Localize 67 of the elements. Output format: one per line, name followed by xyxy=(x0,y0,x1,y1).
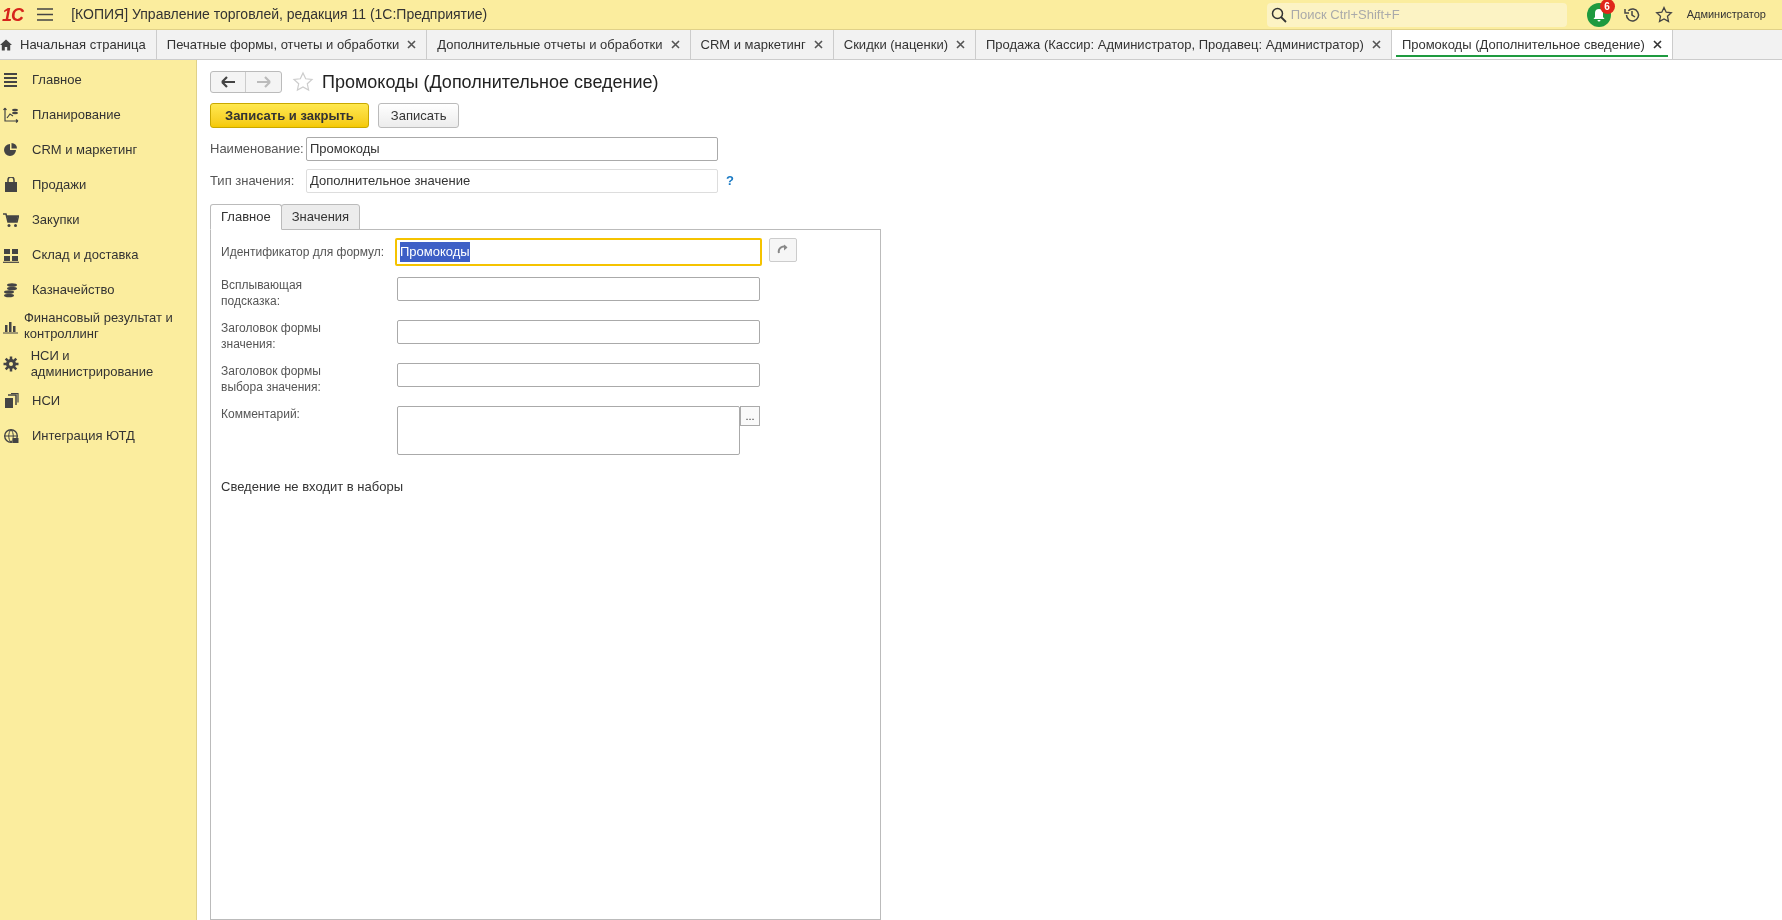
pie-chart-icon xyxy=(3,141,19,158)
refresh-button[interactable] xyxy=(769,238,797,262)
star-icon[interactable] xyxy=(1654,5,1673,24)
field-label: Заголовок формы значения: xyxy=(221,320,322,352)
close-icon[interactable] xyxy=(407,40,417,49)
text-field[interactable]: Дополнительное значение xyxy=(306,169,718,193)
grid-icon xyxy=(3,246,19,263)
form-tab[interactable]: Главное xyxy=(210,204,282,230)
field-label: Заголовок формы выбора значения: xyxy=(221,363,322,395)
sidebar-item[interactable]: НСИ и администрирование xyxy=(30,348,196,380)
save-and-close-button[interactable]: Записать и закрыть xyxy=(210,103,369,128)
menu-icon[interactable] xyxy=(37,8,54,21)
more-button[interactable]: ... xyxy=(740,406,760,426)
field-label: Наименование: xyxy=(210,140,305,159)
field-label: Тип значения: xyxy=(210,172,296,191)
sidebar-item[interactable]: Продажи xyxy=(32,176,95,193)
close-icon[interactable] xyxy=(1652,40,1662,49)
close-icon[interactable] xyxy=(813,40,823,49)
left-arrow-icon xyxy=(221,76,235,88)
comment-field[interactable] xyxy=(397,406,740,455)
curved-arrow-icon xyxy=(777,244,789,256)
text-field[interactable] xyxy=(397,320,760,344)
sidebar-item[interactable]: Планирование xyxy=(32,106,129,123)
pages-icon xyxy=(3,392,19,409)
sidebar-item[interactable]: Интеграция ЮТД xyxy=(32,427,143,444)
field-label: Комментарий: xyxy=(221,406,301,422)
cart-icon xyxy=(3,211,19,228)
text-field[interactable]: Промокоды xyxy=(395,238,762,266)
help-link[interactable]: ? xyxy=(726,171,734,191)
window-title: [КОПИЯ] Управление торговлей, редакция 11 (1С:Предприятие) xyxy=(71,5,488,24)
sidebar-item[interactable]: Казначейство xyxy=(32,281,123,298)
right-arrow-icon xyxy=(256,76,271,88)
text-field[interactable] xyxy=(397,363,760,387)
note-text: Сведение не входит в наборы xyxy=(221,478,404,496)
field-label: Идентификатор для формул: xyxy=(221,244,386,260)
history-icon[interactable] xyxy=(1622,5,1641,24)
coins-icon xyxy=(3,281,19,298)
bell-icon xyxy=(1591,7,1606,22)
sidebar-item[interactable]: Склад и доставка xyxy=(32,246,147,263)
search-field[interactable]: Поиск Ctrl+Shift+F xyxy=(1266,2,1567,27)
favorite-star-icon[interactable] xyxy=(292,71,314,93)
user-name[interactable]: Администратор xyxy=(1686,6,1766,23)
form-title: Промокоды (Дополнительное сведение) xyxy=(322,70,659,94)
home-icon xyxy=(0,38,12,51)
search-icon xyxy=(1270,6,1287,23)
close-icon[interactable] xyxy=(670,40,680,49)
field-label: Всплывающая подсказка: xyxy=(221,277,304,309)
settings-icon xyxy=(3,356,19,372)
sidebar-item[interactable]: Закупки xyxy=(32,211,88,228)
text-field[interactable]: Промокоды xyxy=(306,137,718,161)
document-tab[interactable]: Начальная страница xyxy=(0,30,157,59)
app-logo: 1С xyxy=(2,5,24,24)
close-icon[interactable] xyxy=(956,40,965,49)
list-icon xyxy=(3,71,19,88)
sidebar-item[interactable]: Финансовый результат и контроллинг xyxy=(23,310,196,342)
chart-axes-icon xyxy=(3,106,19,123)
text-field[interactable] xyxy=(397,277,760,301)
sidebar-item[interactable]: Главное xyxy=(32,71,90,88)
document-tab[interactable]: Промокоды (Дополнительное сведение) xyxy=(1391,30,1673,59)
close-icon[interactable] xyxy=(1371,40,1381,49)
notification-count: 6 xyxy=(1599,0,1615,14)
save-button[interactable]: Записать xyxy=(377,103,460,128)
sidebar-item[interactable]: НСИ xyxy=(32,392,69,409)
form-tab[interactable]: Значения xyxy=(280,204,361,230)
shopping-bag-icon xyxy=(3,176,19,193)
globe-icon xyxy=(3,427,19,444)
sidebar-item[interactable]: CRM и маркетинг xyxy=(32,141,146,158)
